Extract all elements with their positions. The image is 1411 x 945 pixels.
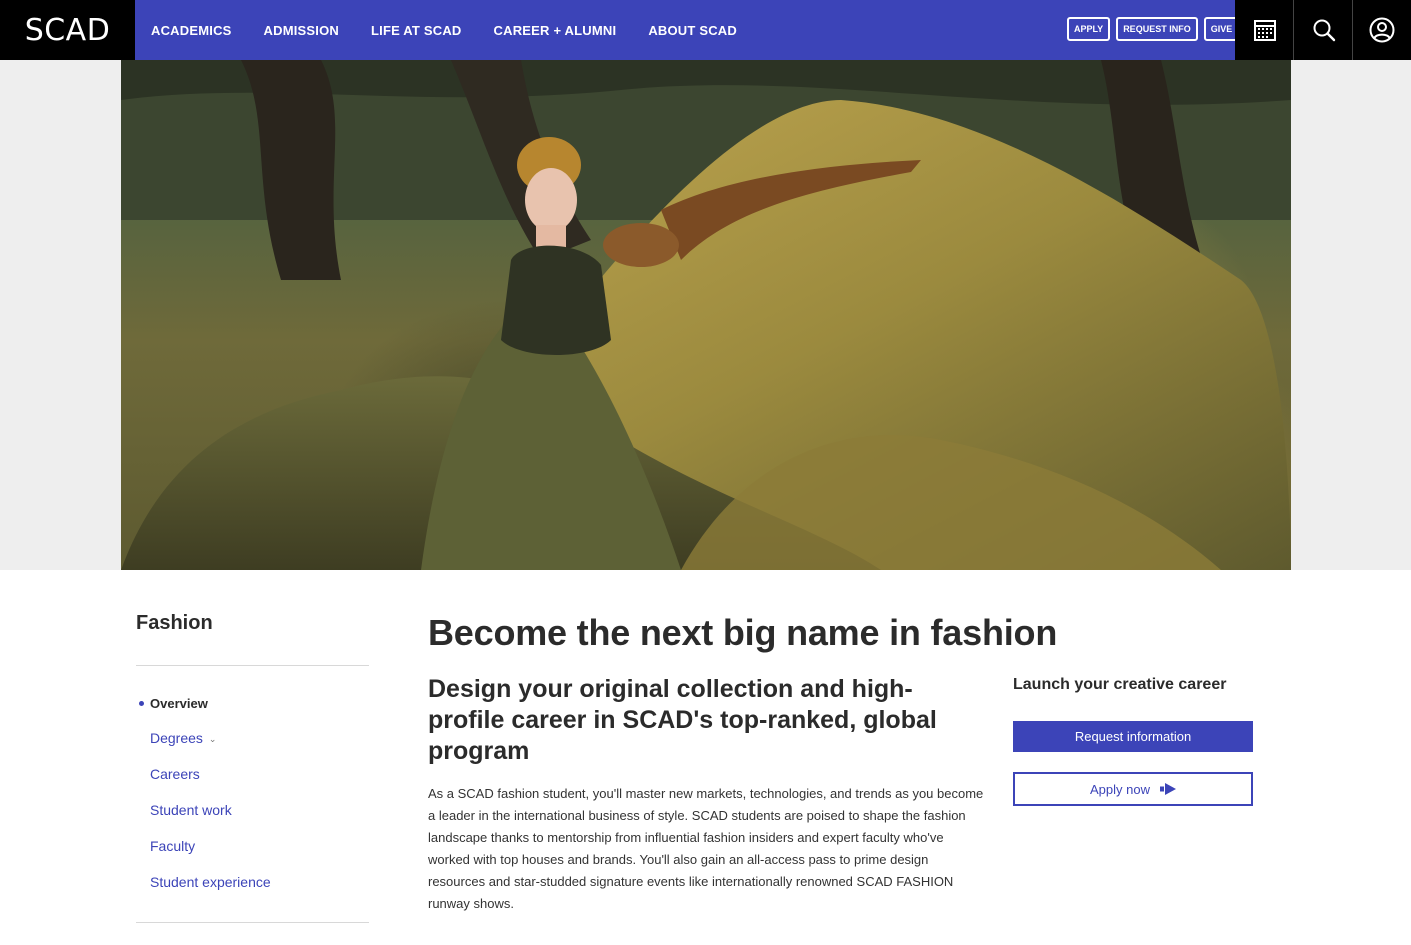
sidebar-item-label: Overview bbox=[150, 696, 208, 711]
scad-logo[interactable]: SCAD bbox=[0, 0, 135, 60]
sidebar-item-student-work[interactable]: Student work bbox=[136, 802, 369, 838]
sidebar-item-degrees[interactable]: Degrees ⌄ bbox=[136, 730, 369, 766]
search-icon bbox=[1313, 19, 1335, 42]
active-bullet-icon bbox=[139, 701, 144, 706]
chevron-down-icon: ⌄ bbox=[208, 734, 217, 744]
page-title: Become the next big name in fashion bbox=[428, 612, 1058, 653]
intro-paragraph: As a SCAD fashion student, you'll master… bbox=[428, 786, 984, 911]
main-navigation: ACADEMICS ADMISSION LIFE AT SCAD CAREER … bbox=[151, 0, 769, 60]
account-icon bbox=[1369, 17, 1395, 43]
sidebar-item-student-experience[interactable]: Student experience bbox=[136, 874, 369, 910]
account-button[interactable] bbox=[1353, 0, 1411, 60]
sidebar-item-overview[interactable]: Overview bbox=[136, 694, 369, 730]
sidebar-navigation: Overview Degrees ⌄ Careers Student work … bbox=[136, 694, 369, 910]
page-subtitle: Design your original collection and high… bbox=[428, 675, 937, 765]
nav-admission[interactable]: ADMISSION bbox=[264, 23, 339, 38]
sidebar-divider bbox=[136, 922, 369, 923]
nav-career-alumni[interactable]: CAREER + ALUMNI bbox=[494, 23, 617, 38]
nav-about-scad[interactable]: ABOUT SCAD bbox=[648, 23, 737, 38]
sidebar-item-careers[interactable]: Careers bbox=[136, 766, 369, 802]
apply-now-label: Apply now bbox=[1090, 781, 1150, 797]
calendar-button[interactable] bbox=[1235, 0, 1294, 60]
logo-text: SCAD bbox=[24, 12, 111, 48]
apply-now-button[interactable]: Apply now bbox=[1013, 772, 1253, 806]
sidebar-item-label: Faculty bbox=[150, 838, 196, 854]
give-button[interactable]: GIVE bbox=[1203, 17, 1240, 41]
request-info-button[interactable]: REQUEST INFO bbox=[1116, 17, 1198, 41]
sidebar-item-faculty[interactable]: Faculty bbox=[136, 838, 369, 874]
search-button[interactable] bbox=[1294, 0, 1353, 60]
sidebar-divider bbox=[136, 665, 369, 666]
nav-academics[interactable]: ACADEMICS bbox=[151, 23, 232, 38]
hero-image bbox=[121, 60, 1291, 570]
hero-illustration bbox=[121, 60, 1291, 570]
apply-button[interactable]: APPLY bbox=[1067, 17, 1111, 41]
header-cta-group: APPLY REQUEST INFO GIVE bbox=[1067, 17, 1245, 41]
career-cta-title: Launch your creative career bbox=[1013, 676, 1227, 693]
nav-life-at-scad[interactable]: LIFE AT SCAD bbox=[371, 23, 462, 38]
arrow-right-icon bbox=[1159, 783, 1176, 795]
sidebar-item-label: Degrees bbox=[150, 730, 203, 746]
calendar-icon bbox=[1253, 20, 1276, 41]
sidebar-item-label: Student experience bbox=[150, 874, 271, 890]
request-information-label: Request information bbox=[1074, 729, 1192, 744]
sidebar-title: Fashion bbox=[136, 612, 213, 634]
sidebar-item-label: Student work bbox=[150, 802, 232, 818]
sidebar-item-label: Careers bbox=[150, 766, 200, 782]
request-information-button[interactable]: Request information bbox=[1013, 721, 1253, 752]
